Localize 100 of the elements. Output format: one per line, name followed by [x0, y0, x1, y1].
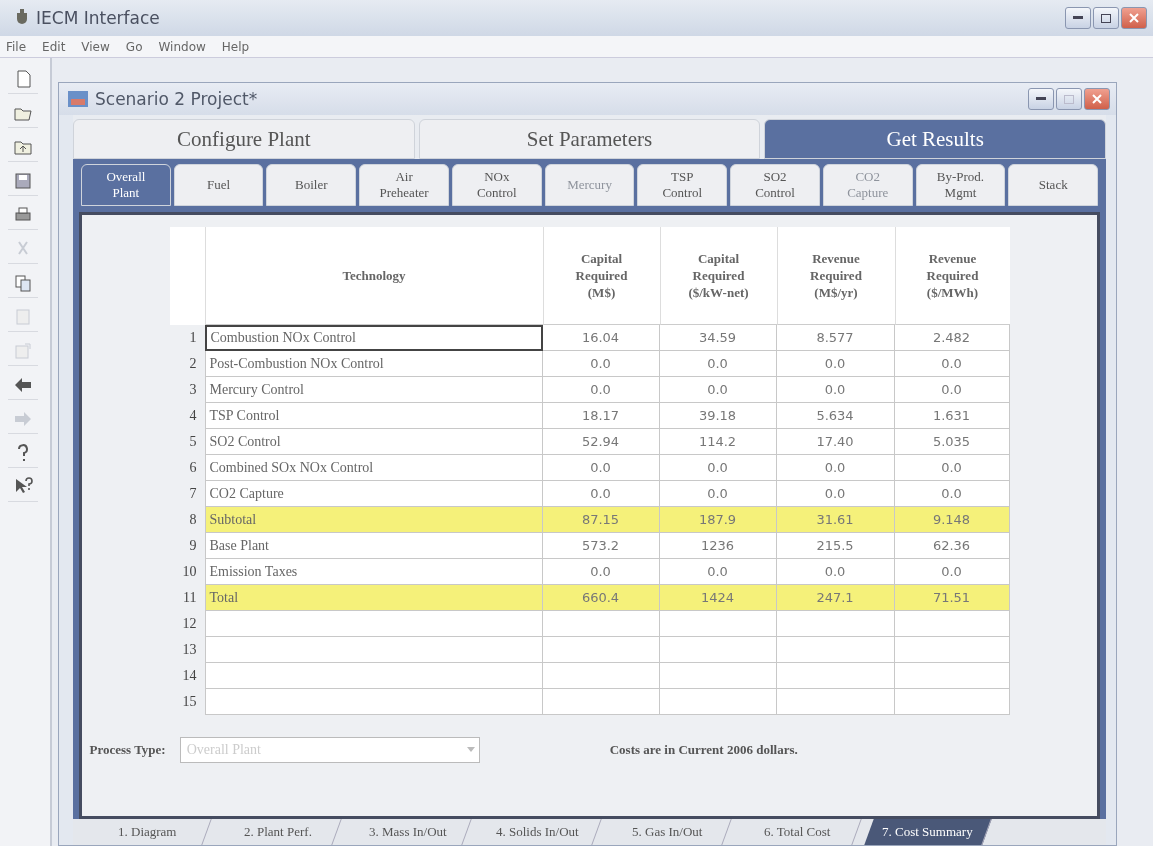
- sheet-tab[interactable]: 4. Solids In/Out: [474, 819, 602, 845]
- main-tab[interactable]: Configure Plant: [73, 119, 415, 159]
- table-cell: 0.0: [776, 351, 895, 377]
- row-number: 11: [169, 585, 205, 611]
- table-cell: 0.0: [776, 481, 895, 507]
- menu-item[interactable]: Help: [221, 39, 250, 54]
- sheet-tab[interactable]: 3. Mass In/Out: [344, 819, 472, 845]
- sheet-tab[interactable]: 6. Total Cost: [734, 819, 862, 845]
- table-cell: 0.0: [776, 455, 895, 481]
- section-tab[interactable]: Air Preheater: [359, 164, 449, 206]
- section-tab[interactable]: By-Prod. Mgmt: [915, 164, 1006, 206]
- table-cell: 0.0: [776, 559, 895, 585]
- table-cell: CO2 Capture: [204, 481, 543, 507]
- table-cell: 0.0: [542, 455, 660, 481]
- close-icon: [1129, 13, 1139, 23]
- row-number: 3: [169, 377, 205, 403]
- table-cell: Combined SOx NOx Control: [204, 455, 543, 481]
- table-cell: 0.0: [894, 559, 1010, 585]
- section-tab[interactable]: Stack: [1008, 164, 1099, 206]
- window-title: IECM Interface: [36, 8, 161, 28]
- table-cell: 1424: [659, 585, 777, 611]
- maximize-icon: [1064, 94, 1074, 104]
- table-cell: 34.59: [659, 325, 777, 351]
- table-cell: 0.0: [542, 377, 660, 403]
- table-cell: SO2 Control: [204, 429, 543, 455]
- table-cell: 16.04: [542, 325, 660, 351]
- menu-item[interactable]: Go: [125, 39, 143, 54]
- properties-icon: [13, 340, 33, 361]
- section-tab[interactable]: Fuel: [173, 164, 264, 206]
- table-cell: Post-Combustion NOx Control: [204, 351, 543, 377]
- table-cell: 5.634: [776, 403, 895, 429]
- row-number: 13: [169, 637, 205, 663]
- maximize-button[interactable]: [1093, 7, 1119, 29]
- table-cell: 0.0: [659, 481, 777, 507]
- menu-item[interactable]: Window: [158, 39, 206, 54]
- table-cell: 1236: [659, 533, 777, 559]
- main-tab[interactable]: Get Results: [764, 119, 1106, 159]
- table-cell: 52.94: [542, 429, 660, 455]
- row-number: 8: [169, 507, 205, 533]
- table-cell: Mercury Control: [204, 377, 543, 403]
- minimize-button[interactable]: [1065, 7, 1091, 29]
- menu-item[interactable]: View: [81, 39, 110, 54]
- row-number: 15: [169, 689, 205, 715]
- table-cell: 247.1: [776, 585, 895, 611]
- table-cell: 573.2: [542, 533, 660, 559]
- table-cell: 215.5: [776, 533, 895, 559]
- menu-item[interactable]: File: [6, 39, 27, 54]
- table-cell: Subtotal: [204, 507, 543, 533]
- section-tab[interactable]: Boiler: [266, 164, 357, 206]
- table-cell: 9.148: [894, 507, 1010, 533]
- close-button[interactable]: [1121, 7, 1147, 29]
- section-tab[interactable]: TSP Control: [637, 164, 728, 206]
- section-tab[interactable]: Overall Plant: [81, 164, 171, 206]
- section-tab[interactable]: SO2 Control: [730, 164, 820, 206]
- table-cell: 0.0: [894, 377, 1010, 403]
- table-cell: Total: [204, 585, 543, 611]
- sheet-tab[interactable]: 2. Plant Perf.: [214, 819, 342, 845]
- row-number: 12: [169, 611, 205, 637]
- row-number: 1: [169, 325, 205, 351]
- table-cell: 87.15: [542, 507, 660, 533]
- app-icon: [14, 9, 30, 27]
- table-cell: 31.61: [776, 507, 895, 533]
- table-cell: Combustion NOx Control: [204, 325, 543, 351]
- row-number: 2: [169, 351, 205, 377]
- sheet-tab[interactable]: 1. Diagram: [84, 819, 212, 845]
- currency-note: Costs are in Current 2006 dollars.: [609, 742, 798, 758]
- row-number: 7: [169, 481, 205, 507]
- table-cell: 2.482: [894, 325, 1010, 351]
- table-cell: 187.9: [659, 507, 777, 533]
- table-cell: 0.0: [659, 455, 777, 481]
- table-cell: 0.0: [542, 351, 660, 377]
- row-number: 9: [169, 533, 205, 559]
- table-cell: 39.18: [659, 403, 777, 429]
- table-cell: 0.0: [659, 559, 777, 585]
- sheet-tab[interactable]: 5. Gas In/Out: [604, 819, 732, 845]
- clipboard-icon: [13, 306, 33, 327]
- table-cell: 8.577: [776, 325, 895, 351]
- minimize-button[interactable]: [1028, 88, 1054, 110]
- document-icon: [67, 90, 89, 108]
- close-icon: [1092, 94, 1102, 104]
- row-number: 14: [169, 663, 205, 689]
- document-title: Scenario 2 Project*: [95, 89, 259, 109]
- copy-icon: [13, 272, 33, 293]
- table-cell: 5.035: [894, 429, 1010, 455]
- row-number: 4: [169, 403, 205, 429]
- close-button[interactable]: [1084, 88, 1110, 110]
- table-cell: 660.4: [542, 585, 660, 611]
- section-tab[interactable]: NOx Control: [451, 164, 542, 206]
- minimize-icon: [1036, 97, 1046, 101]
- sheet-tab[interactable]: 7. Cost Summary: [864, 819, 992, 845]
- row-number: 6: [169, 455, 205, 481]
- table-cell: 0.0: [542, 559, 660, 585]
- menu-item[interactable]: Edit: [42, 39, 66, 54]
- table-cell: 114.2: [659, 429, 777, 455]
- main-tab[interactable]: Set Parameters: [418, 119, 761, 159]
- minimize-icon: [1073, 16, 1083, 20]
- table-cell: Emission Taxes: [204, 559, 543, 585]
- row-number: 5: [169, 429, 205, 455]
- table-cell: 0.0: [894, 481, 1010, 507]
- table-cell: TSP Control: [204, 403, 543, 429]
